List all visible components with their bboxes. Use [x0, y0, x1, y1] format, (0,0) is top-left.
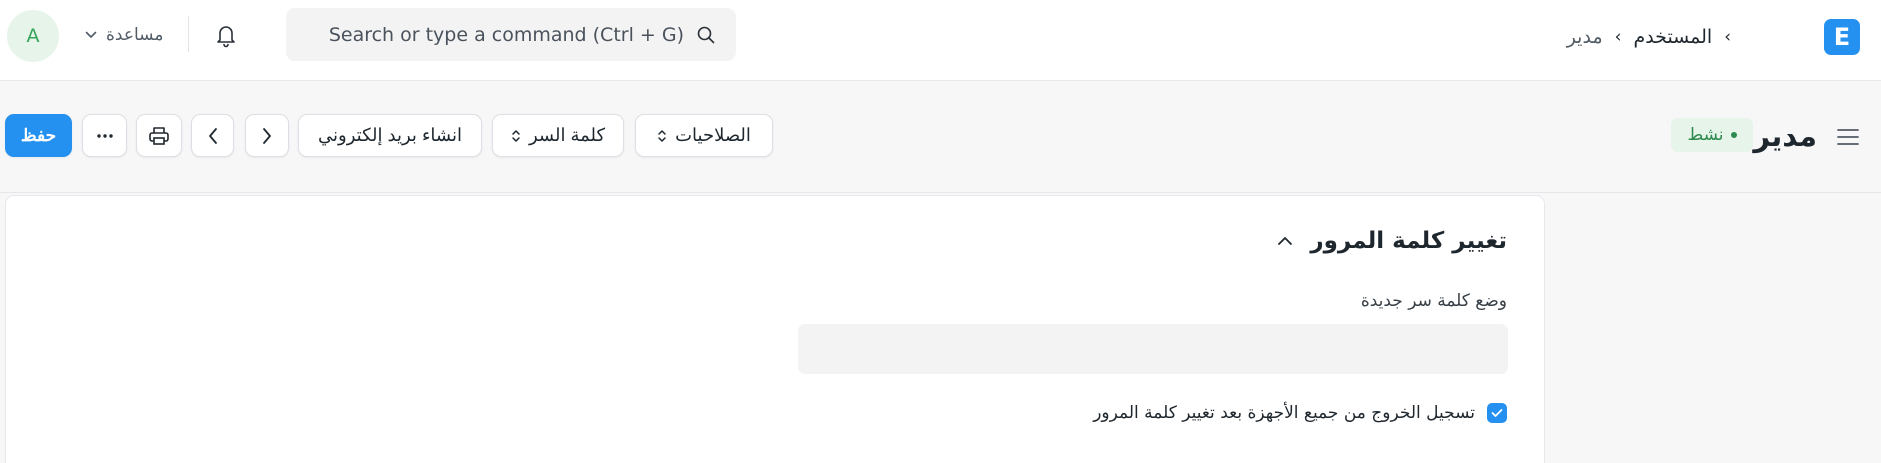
- bell-icon: [217, 26, 235, 48]
- printer-icon: [149, 126, 169, 145]
- hamburger-menu-icon[interactable]: [1836, 127, 1860, 147]
- new-password-input[interactable]: [798, 324, 1508, 374]
- help-dropdown[interactable]: مساعدة: [84, 20, 163, 50]
- page-head: حفظ انشاء بريد إلكتروني كلمة السر الصلاح…: [0, 82, 1881, 192]
- print-button[interactable]: [136, 114, 182, 157]
- password-menu-button[interactable]: كلمة السر: [492, 114, 624, 157]
- search-placeholder: Search or type a command (Ctrl + G): [328, 23, 684, 46]
- page-head-divider: [0, 192, 1881, 193]
- permissions-menu-button[interactable]: الصلاحيات: [635, 114, 773, 157]
- password-menu-label: كلمة السر: [528, 125, 606, 145]
- form-card: تغيير كلمة المرور وضع كلمة سر جديدة تسجي…: [5, 195, 1545, 463]
- search-icon: [697, 26, 715, 43]
- navbar: A مساعدة Search or type a command (Ctrl …: [0, 0, 1881, 81]
- chevron-up-down-icon: [658, 129, 666, 142]
- chevron-right-icon: [263, 127, 271, 144]
- breadcrumb-item-user[interactable]: المستخدم: [1633, 26, 1712, 48]
- previous-record-button[interactable]: [191, 114, 234, 157]
- chevron-down-icon: [85, 31, 97, 38]
- logout-all-devices-row: تسجيل الخروج من جميع الأجهزة بعد تغيير ك…: [1093, 401, 1507, 425]
- permissions-menu-label: الصلاحيات: [675, 125, 751, 145]
- chevron-up-icon: [1278, 237, 1293, 245]
- status-label: نشط: [1687, 125, 1724, 145]
- help-label: مساعدة: [106, 25, 164, 45]
- breadcrumb: › المستخدم › مدير: [1567, 22, 1731, 52]
- breadcrumb-separator: ›: [1614, 27, 1622, 47]
- logout-all-devices-checkbox[interactable]: [1487, 403, 1507, 423]
- search-bar[interactable]: Search or type a command (Ctrl + G): [286, 8, 736, 61]
- chevron-left-icon: [208, 127, 217, 144]
- checkmark-icon: [1491, 409, 1503, 417]
- page-title: مدير: [1753, 119, 1817, 153]
- save-button[interactable]: حفظ: [5, 114, 72, 157]
- create-email-button[interactable]: انشاء بريد إلكتروني: [298, 114, 482, 157]
- section-header-change-password[interactable]: تغيير كلمة المرور: [1276, 224, 1507, 258]
- navbar-divider: [188, 16, 189, 52]
- app-logo[interactable]: E: [1824, 19, 1860, 55]
- breadcrumb-item-current[interactable]: مدير: [1567, 26, 1603, 48]
- status-dot: [1730, 132, 1737, 138]
- notifications-button[interactable]: [212, 20, 240, 50]
- more-horizontal-icon: [96, 133, 113, 138]
- next-record-button[interactable]: [245, 114, 289, 157]
- user-avatar[interactable]: A: [7, 10, 59, 62]
- breadcrumb-separator: ›: [1724, 27, 1731, 47]
- more-actions-button[interactable]: [82, 114, 127, 157]
- chevron-up-down-icon: [512, 129, 520, 142]
- logout-all-devices-label: تسجيل الخروج من جميع الأجهزة بعد تغيير ك…: [1093, 403, 1475, 423]
- status-badge: نشط: [1671, 118, 1753, 152]
- new-password-label: وضع كلمة سر جديدة: [1360, 291, 1507, 311]
- section-title: تغيير كلمة المرور: [1310, 228, 1507, 254]
